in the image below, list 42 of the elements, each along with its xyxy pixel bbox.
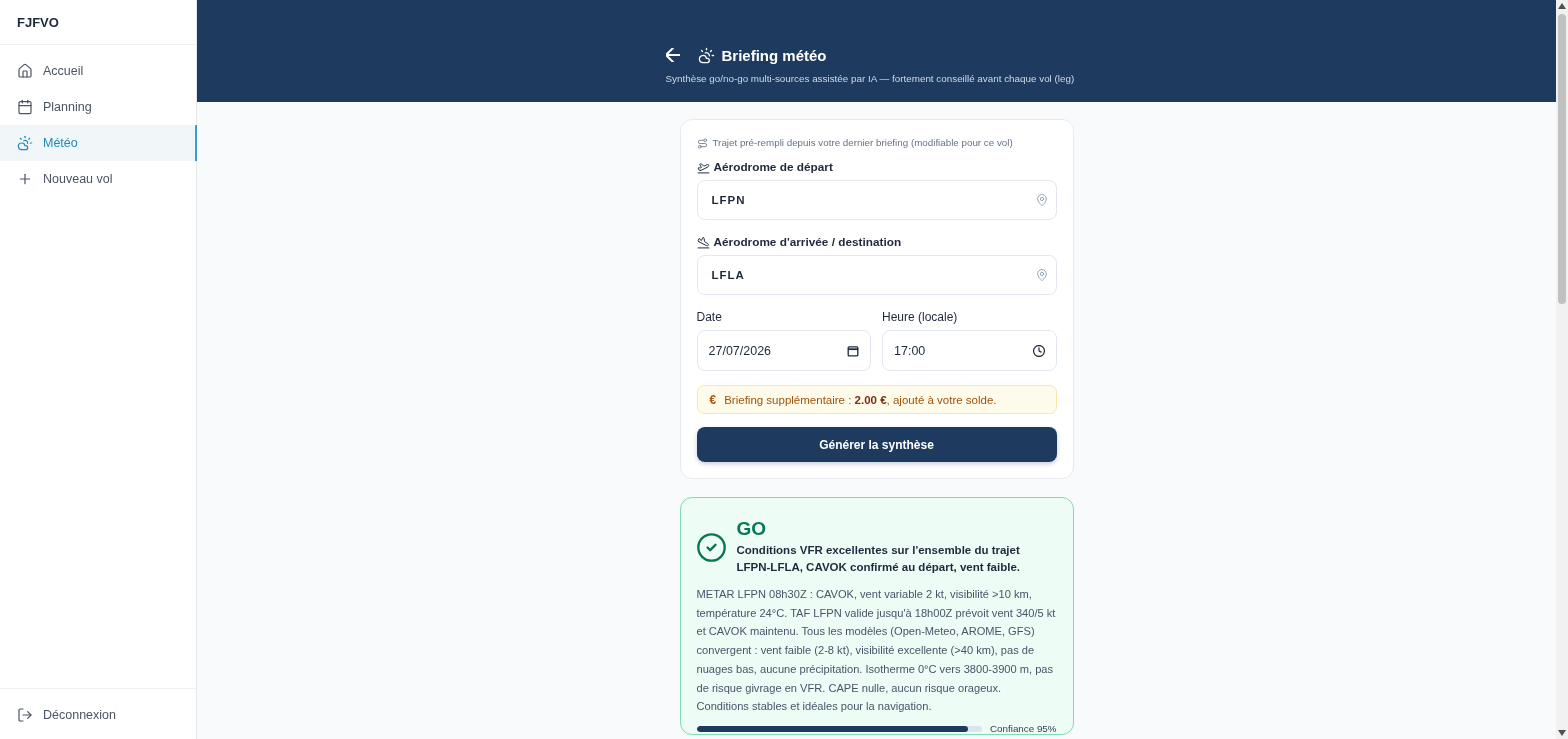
- scroll-up-icon[interactable]: [1558, 3, 1566, 9]
- nav-item[interactable]: Météo: [0, 125, 197, 161]
- euro-symbol: €: [709, 392, 717, 407]
- airport-input[interactable]: LFPN: [696, 180, 1057, 220]
- plane-takeoff-icon: [696, 160, 710, 174]
- map-pin-icon: [1035, 269, 1048, 281]
- field-label: Heure (locale): [882, 309, 959, 326]
- prefill-hint: Trajet pré-rempli depuis votre dernier briefing (modifiable pour ce vol): [712, 136, 1013, 150]
- cloud-sun-icon: [17, 135, 33, 151]
- scroll-down-icon[interactable]: [1558, 730, 1566, 736]
- logout-button[interactable]: Déconnexion: [0, 697, 196, 733]
- logout-icon: [17, 707, 33, 723]
- date-input[interactable]: 27/07/2026: [696, 330, 871, 371]
- airport-input[interactable]: LFLA: [696, 255, 1057, 295]
- nav-item[interactable]: Accueil: [0, 53, 197, 89]
- brand-name: FJFVO: [0, 0, 196, 45]
- field-label: Date: [696, 309, 723, 326]
- plus-icon: [17, 171, 33, 187]
- verdict-summary: Conditions VFR excellentes sur l'ensemble du trajet LFPN-LFLA, CAVOK confirmé au départ, vent faible.: [736, 543, 1021, 575]
- field-label: Aérodrome d'arrivée / destination: [713, 234, 902, 251]
- cloud-sun-icon: [697, 46, 715, 64]
- nav-item[interactable]: Planning: [0, 89, 197, 125]
- nav-item[interactable]: Nouveau vol: [0, 161, 197, 197]
- cost-notice-text: Briefing supplémentaire : 2.00 €, ajouté à votre solde.: [724, 393, 997, 406]
- field-label: Aérodrome de départ: [713, 159, 833, 176]
- house-icon: [17, 63, 33, 79]
- time-input[interactable]: 17:00: [882, 330, 1057, 371]
- page-title: Briefing météo: [721, 46, 827, 64]
- calendar-icon: [17, 99, 33, 115]
- calendar-icon[interactable]: [847, 345, 859, 357]
- clock-icon[interactable]: [1032, 345, 1045, 357]
- scrollbar-thumb[interactable]: [1558, 14, 1566, 304]
- map-pin-icon: [1035, 194, 1048, 206]
- verdict-details: METAR LFPN 08h30Z : CAVOK, vent variable 2 kt, visibilité >10 km, température 24°C. TAF LFPN valide jusqu'à 18h00Z prévoit vent 340/5 kt et CAVOK maintenu. Tous les modèles (Open-Meteo, AROME, GFS) convergent : vent faible (2-8 kt), visibilité excellente (>40 km), pas de nuages bas, aucune précipitation. Isotherme 0°C vers 3800-3900 m, pas de risque givrage en VFR. CAPE nulle, aucun risque orageux. Conditions stables et idéales pour la navigation.: [696, 587, 1057, 715]
- page-subtitle: Synthèse go/no-go multi-sources assistée par IA — fortement conseillé avant chaque vol (leg): [665, 72, 1076, 86]
- confidence-label: Confiance 95%: [990, 723, 1057, 734]
- generate-button[interactable]: Générer la synthèse: [696, 427, 1057, 462]
- route-icon: [696, 137, 708, 149]
- vertical-scrollbar[interactable]: [1556, 0, 1568, 739]
- verdict-label: GO: [736, 518, 768, 540]
- plane-landing-icon: [696, 235, 710, 249]
- check-circle-icon: [696, 532, 726, 562]
